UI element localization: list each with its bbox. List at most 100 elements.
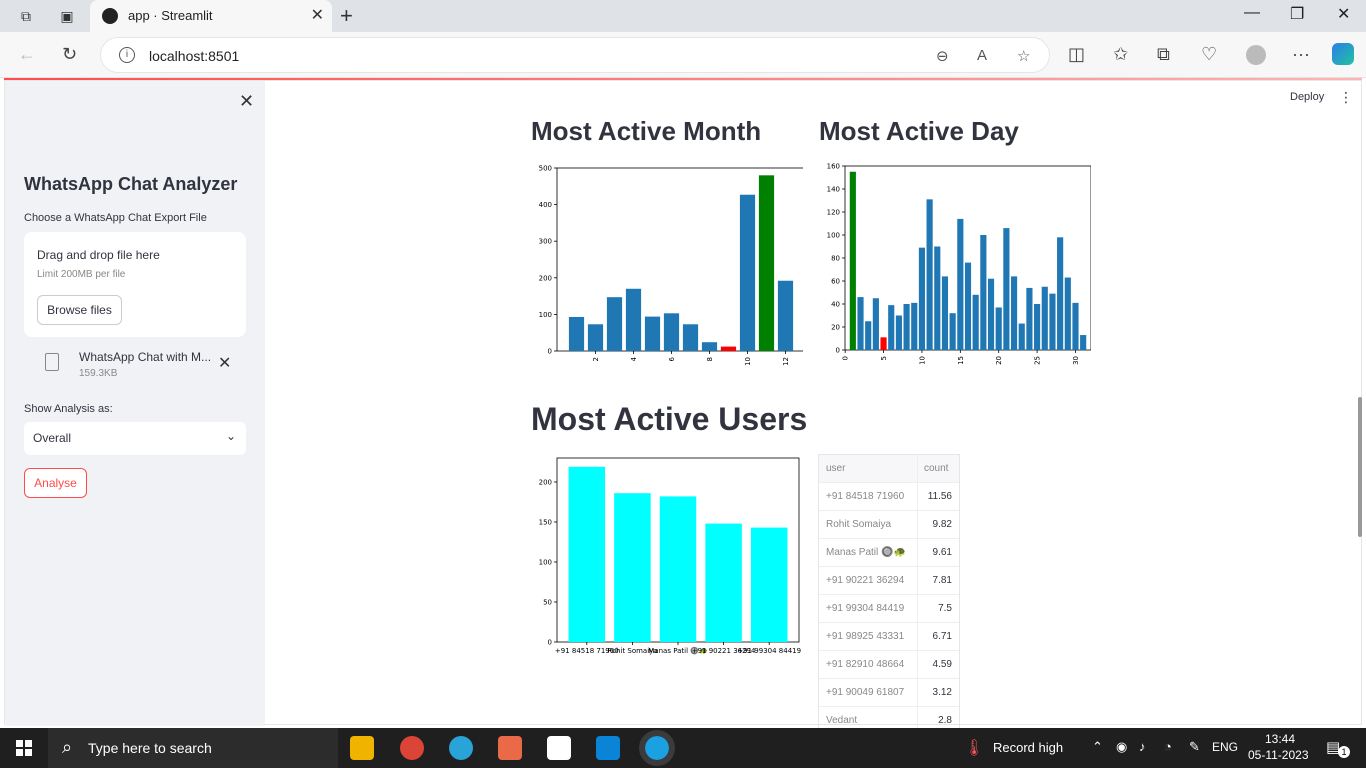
bar — [705, 523, 742, 642]
user-cell[interactable]: +91 98925 43331 — [819, 623, 918, 650]
start-windows-icon[interactable] — [16, 740, 32, 756]
telegram-icon[interactable] — [449, 736, 473, 760]
bar — [1026, 287, 1033, 350]
language-indicator[interactable]: ENG — [1212, 740, 1238, 754]
deploy-button[interactable]: Deploy — [1290, 91, 1324, 103]
table-row[interactable]: +91 82910 48664 4.59 — [819, 651, 959, 679]
y-tick-label: 140 — [827, 186, 840, 194]
profile-avatar[interactable] — [1246, 45, 1266, 65]
user-cell[interactable]: Manas Patil 🔘🐢 — [819, 539, 918, 566]
pen-icon[interactable]: ✎ — [1189, 739, 1200, 755]
x-tick-label: 10 — [744, 357, 752, 366]
table-row[interactable]: +91 90049 61807 3.12 — [819, 679, 959, 707]
address-bar[interactable]: i localhost:8501 ⊖ A ☆ — [100, 37, 1050, 73]
user-cell[interactable]: +91 99304 84419 — [819, 595, 918, 622]
favorite-star-icon[interactable]: ☆ — [1017, 47, 1030, 65]
chrome-icon[interactable] — [400, 736, 424, 760]
table-row[interactable]: +91 99304 84419 7.5 — [819, 595, 959, 623]
tab-close-icon[interactable]: ✕ — [311, 5, 324, 25]
sidebar-title: WhatsApp Chat Analyzer — [24, 174, 238, 194]
table-row[interactable]: +91 98925 43331 6.71 — [819, 623, 959, 651]
network-icon[interactable]: ◉ — [1116, 739, 1127, 755]
edge-icon[interactable] — [639, 730, 675, 766]
browser-tab[interactable]: app · Streamlit ✕ — [90, 0, 332, 32]
analyse-button[interactable]: Analyse — [24, 468, 87, 498]
users-table[interactable]: user count +91 84518 71960 11.56 Rohit Som… — [818, 454, 960, 736]
user-cell[interactable]: Rohit Somaiya — [819, 511, 918, 538]
user-cell[interactable]: +91 90049 61807 — [819, 679, 918, 706]
browse-files-button[interactable]: Browse files — [37, 295, 122, 325]
read-aloud-icon[interactable]: A — [977, 47, 987, 64]
month-bar-chart: 0 100 200 300 400 500 2 4 6 8 10 12 — [539, 165, 803, 366]
count-cell[interactable]: 9.82 — [918, 511, 959, 538]
back-icon[interactable]: ← — [18, 44, 36, 65]
file-explorer-icon[interactable] — [350, 736, 374, 760]
count-cell[interactable]: 9.61 — [918, 539, 959, 566]
sidebar-close-icon[interactable]: ✕ — [239, 91, 254, 112]
main-menu-icon[interactable]: ⋮ — [1339, 89, 1353, 106]
y-tick-label: 120 — [827, 209, 840, 217]
site-info-icon[interactable]: i — [119, 47, 135, 63]
users-title: Most Active Users — [531, 401, 808, 437]
y-tick-label: 20 — [831, 324, 840, 332]
new-tab-icon[interactable]: + — [340, 3, 353, 29]
file-dropzone[interactable]: Drag and drop file here Limit 200MB per … — [24, 232, 246, 337]
notification-count: 1 — [1338, 746, 1350, 758]
more-menu-icon[interactable]: ··· — [1292, 44, 1310, 65]
uploader-label: Choose a WhatsApp Chat Export File — [24, 212, 207, 224]
count-cell[interactable]: 3.12 — [918, 679, 959, 706]
user-cell[interactable]: +91 82910 48664 — [819, 651, 918, 678]
windows-taskbar: ⌕ Type here to search 🌡 Record high ⌃ ◉ … — [0, 728, 1366, 768]
restore-icon[interactable]: ❐ — [1290, 4, 1304, 24]
minimize-icon[interactable]: — — [1244, 4, 1260, 22]
header-user[interactable]: user — [819, 455, 918, 482]
favorites-icon[interactable]: ✩ — [1113, 44, 1128, 65]
x-tick-label: 5 — [880, 356, 888, 360]
day-title: Most Active Day — [819, 116, 1019, 146]
workspaces-icon[interactable]: ⧉ — [17, 7, 35, 25]
chevron-down-icon: ⌄ — [225, 429, 236, 443]
count-cell[interactable]: 11.56 — [918, 483, 959, 510]
count-cell[interactable]: 4.59 — [918, 651, 959, 678]
user-cell[interactable]: +91 84518 71960 — [819, 483, 918, 510]
x-tick-label: 4 — [630, 356, 638, 361]
chevron-up-icon[interactable]: ⌃ — [1092, 739, 1103, 755]
y-tick-label: 200 — [539, 479, 552, 487]
table-row[interactable]: Manas Patil 🔘🐢 9.61 — [819, 539, 959, 567]
y-tick-label: 0 — [548, 348, 552, 356]
close-window-icon[interactable]: ✕ — [1337, 4, 1350, 24]
x-tick-label: 10 — [918, 356, 926, 365]
bar — [995, 307, 1002, 350]
bar — [1049, 293, 1056, 350]
browser-essentials-icon[interactable]: ♡ — [1201, 44, 1217, 65]
collections-icon[interactable]: ⧉ — [1157, 44, 1170, 65]
capcut-icon[interactable] — [547, 736, 571, 760]
bar — [1034, 304, 1041, 350]
header-count[interactable]: count — [918, 455, 959, 482]
vscode-icon[interactable] — [596, 736, 620, 760]
clock-date[interactable]: 05-11-2023 — [1248, 748, 1309, 762]
reader-app-icon[interactable] — [498, 736, 522, 760]
table-row[interactable]: +91 84518 71960 11.56 — [819, 483, 959, 511]
analysis-select[interactable]: Overall ⌄ — [24, 422, 246, 455]
bar — [987, 278, 995, 350]
tab-actions-icon[interactable]: ▣ — [58, 7, 76, 25]
user-cell[interactable]: +91 90221 36294 — [819, 567, 918, 594]
bar — [758, 175, 775, 351]
refresh-icon[interactable]: ↻ — [62, 44, 77, 65]
count-cell[interactable]: 6.71 — [918, 623, 959, 650]
zoom-icon[interactable]: ⊖ — [936, 47, 949, 65]
table-row[interactable]: +91 90221 36294 7.81 — [819, 567, 959, 595]
split-screen-icon[interactable]: ◫ — [1068, 44, 1085, 65]
taskbar-search[interactable]: ⌕ Type here to search — [48, 728, 338, 768]
volume-icon[interactable]: ♪ — [1139, 739, 1146, 754]
table-row[interactable]: Rohit Somaiya 9.82 — [819, 511, 959, 539]
weather-text[interactable]: Record high — [993, 740, 1063, 755]
clock-time[interactable]: 13:44 — [1265, 732, 1295, 746]
count-cell[interactable]: 7.5 — [918, 595, 959, 622]
copilot-icon[interactable] — [1332, 43, 1354, 65]
scrollbar[interactable] — [1358, 397, 1362, 537]
wifi-icon[interactable]: ◔ — [1164, 739, 1172, 754]
remove-file-icon[interactable]: ✕ — [218, 353, 231, 373]
count-cell[interactable]: 7.81 — [918, 567, 959, 594]
